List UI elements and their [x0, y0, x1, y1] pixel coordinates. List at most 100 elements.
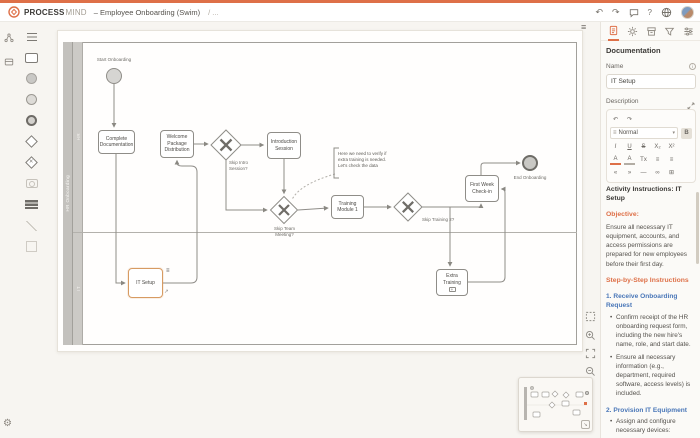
- exclusive-gateway-tool-icon: [25, 156, 38, 169]
- user-avatar[interactable]: [681, 6, 694, 19]
- task-complete-documentation[interactable]: Complete Documentation: [98, 130, 135, 154]
- indent-button[interactable]: »: [624, 167, 635, 178]
- palette-end-event-tool[interactable]: [18, 110, 45, 131]
- panel-scrollbar[interactable]: [696, 192, 699, 264]
- brand-name-light: MIND: [66, 8, 87, 17]
- lane-top-header[interactable]: HR: [73, 42, 83, 232]
- palette-start-event-tool[interactable]: [18, 68, 45, 89]
- redo-icon[interactable]: ↷: [612, 8, 620, 17]
- outdent-button[interactable]: «: [610, 167, 621, 178]
- italic-button[interactable]: I: [610, 141, 621, 152]
- settings-icon[interactable]: [627, 22, 638, 41]
- breadcrumb-suffix[interactable]: / ...: [208, 8, 218, 17]
- lane-bottom-header[interactable]: IT: [73, 232, 83, 345]
- info-icon[interactable]: i: [689, 63, 696, 70]
- it-setup-link-icon[interactable]: ↗: [164, 289, 169, 296]
- frame-tool-icon: [26, 241, 37, 252]
- undo-icon[interactable]: ↶: [595, 8, 603, 17]
- strikethrough-button[interactable]: S: [638, 141, 649, 152]
- gateway-skip-training-label: Skip Training 2?: [422, 217, 462, 223]
- end-event-tool-icon: [26, 115, 37, 126]
- accent-strip: [0, 0, 700, 3]
- pool-label: HR Onboarding: [65, 175, 70, 211]
- help-icon[interactable]: ?: [648, 9, 652, 17]
- menu-icon: [27, 33, 37, 41]
- palette-task-tool[interactable]: [18, 47, 45, 68]
- palette-connector-tool[interactable]: [18, 215, 45, 236]
- clear-format-button[interactable]: Tx: [638, 154, 649, 165]
- doc-block-oh: Step-by-Step Instructions: [606, 276, 694, 285]
- pool-outline[interactable]: [63, 42, 577, 345]
- it-setup-doc-indicator-icon[interactable]: ≡: [166, 268, 170, 276]
- lane-top-label: HR: [76, 133, 81, 140]
- shape-palette: [18, 26, 45, 257]
- subscript-button[interactable]: X₂: [652, 141, 663, 152]
- annotation-text[interactable]: Here we need to verify if extra training…: [338, 151, 387, 169]
- properties-panel: Documentation Name i Description ↶↷≡Norm…: [600, 22, 700, 438]
- underline-button[interactable]: U: [624, 141, 635, 152]
- palette-gateway-tool[interactable]: [18, 131, 45, 152]
- undo-button[interactable]: ↶: [610, 114, 621, 125]
- name-input[interactable]: [606, 74, 696, 89]
- table-button[interactable]: ⊞: [666, 167, 677, 178]
- tune-icon[interactable]: [683, 22, 694, 41]
- filter-icon[interactable]: [664, 22, 675, 41]
- palette-menu[interactable]: [18, 26, 45, 47]
- brand: PROCESS MIND – Employee Onboarding (Swim…: [8, 6, 219, 18]
- app-window: PROCESS MIND – Employee Onboarding (Swim…: [0, 0, 700, 438]
- left-rail: ⚙: [0, 22, 17, 438]
- panel-toggle-icon[interactable]: ≡: [581, 22, 586, 32]
- frame-select-icon[interactable]: [584, 310, 596, 322]
- documentation-content[interactable]: Activity Instructions: IT SetupObjective…: [606, 182, 694, 438]
- globe-icon[interactable]: [661, 7, 672, 18]
- zoom-in-icon[interactable]: [584, 329, 596, 341]
- task-welcome-package[interactable]: Welcome Package Distribution: [160, 130, 194, 158]
- header-actions: ↶ ↷ ?: [595, 3, 694, 22]
- superscript-button[interactable]: X²: [666, 141, 677, 152]
- task-extra-training[interactable]: Extra Training +: [436, 269, 468, 296]
- settings-gear-icon[interactable]: ⚙: [3, 418, 12, 429]
- task-tool-icon: [25, 53, 38, 63]
- comment-icon[interactable]: [629, 8, 639, 18]
- redo-button[interactable]: ↷: [624, 114, 635, 125]
- text-color-button[interactable]: A: [610, 155, 621, 165]
- palette-subprocess-tool[interactable]: [18, 173, 45, 194]
- minimap-collapse-icon[interactable]: ↘: [581, 420, 590, 429]
- horizontal-rule-button[interactable]: —: [638, 167, 649, 178]
- board-icon[interactable]: [4, 54, 14, 72]
- link-button[interactable]: ∞: [652, 167, 663, 178]
- bold-button[interactable]: B: [681, 128, 692, 139]
- start-event-label: Start Onboarding: [84, 57, 144, 63]
- palette-lane-tool[interactable]: [18, 194, 45, 215]
- task-introduction-session[interactable]: Introduction Session: [267, 132, 301, 159]
- subprocess-tool-icon: [26, 179, 38, 188]
- palette-frame-tool[interactable]: [18, 236, 45, 257]
- task-it-setup[interactable]: IT Setup: [128, 268, 163, 298]
- hierarchy-icon[interactable]: [4, 30, 14, 48]
- paragraph-style-select[interactable]: ≡Normal▾: [610, 127, 678, 139]
- pool-header[interactable]: HR Onboarding: [63, 42, 73, 345]
- palette-intermediate-event-tool[interactable]: [18, 89, 45, 110]
- description-field-label: Description: [606, 98, 639, 105]
- document-title: – Employee Onboarding (Swim): [94, 8, 200, 17]
- lane-tool-icon: [25, 200, 38, 209]
- zoom-out-icon[interactable]: [584, 365, 596, 377]
- intermediate-event-tool-icon: [26, 94, 37, 105]
- task-first-week-checkin[interactable]: First Week Check-in: [465, 175, 499, 202]
- doc-block-bh: 1. Receive Onboarding Request: [606, 293, 694, 311]
- subprocess-marker-icon: +: [449, 287, 456, 292]
- documentation-icon[interactable]: [608, 22, 619, 41]
- task-training-module[interactable]: Training Module 1: [331, 195, 364, 219]
- highlight-color-button[interactable]: A: [624, 155, 635, 165]
- palette-exclusive-gateway-tool[interactable]: [18, 152, 45, 173]
- align-right-button[interactable]: ≡: [666, 154, 677, 165]
- fit-screen-icon[interactable]: [584, 347, 596, 359]
- library-icon[interactable]: [646, 22, 657, 41]
- gateway-skip-intro-label: Skip Intro Session?: [229, 160, 253, 172]
- gateway-skip-team-label: Skip Team Meeting?: [270, 226, 299, 238]
- header-bar: PROCESS MIND – Employee Onboarding (Swim…: [0, 3, 700, 22]
- align-left-button[interactable]: ≡: [652, 154, 663, 165]
- lane-bottom-label: IT: [76, 286, 81, 291]
- minimap[interactable]: ↘: [518, 377, 593, 432]
- lane-divider: [73, 232, 577, 233]
